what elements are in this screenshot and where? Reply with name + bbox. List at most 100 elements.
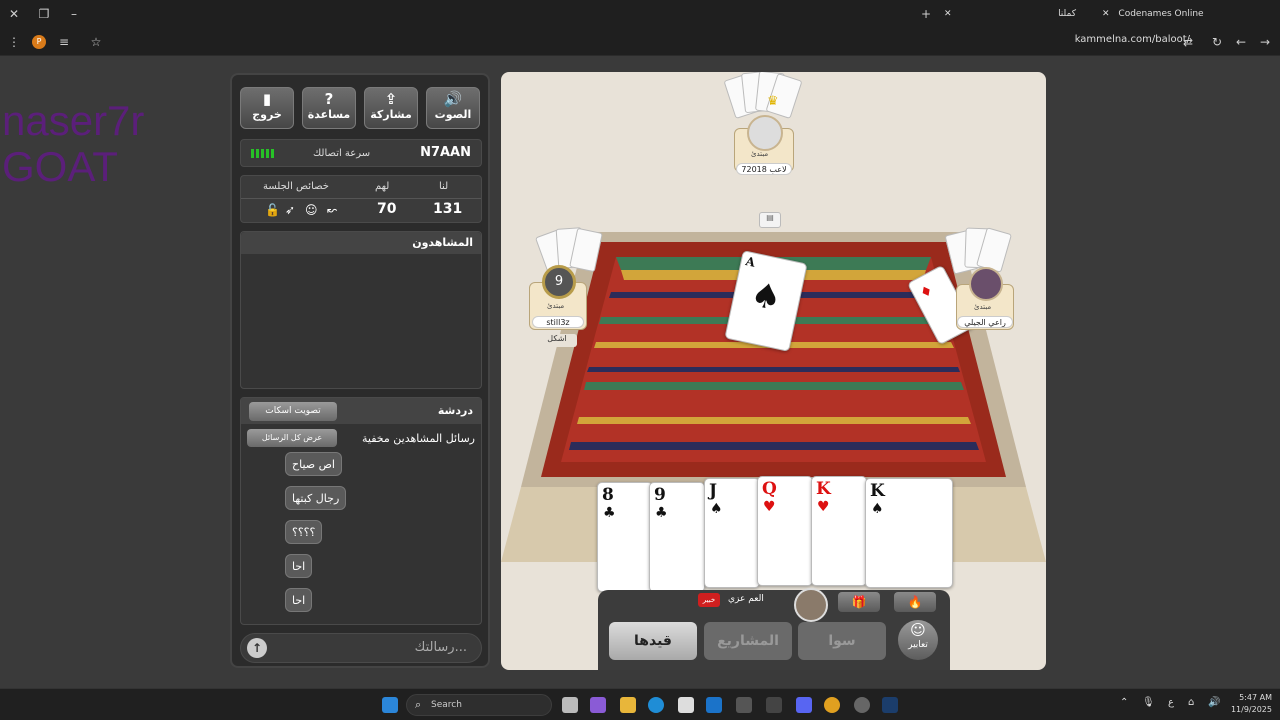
microphone-icon[interactable]: 🎙 <box>1142 697 1155 708</box>
menu-icon[interactable]: ⋮ <box>6 34 22 50</box>
show-all-messages-button[interactable]: عرض كل الرسائل <box>247 429 337 447</box>
url-field[interactable]: kammelna.com/baloot/ <box>1075 34 1190 45</box>
card-suit: ♣ <box>603 505 616 521</box>
connection-label: سرعة اتصالك <box>313 148 371 159</box>
share-button[interactable]: ⇪ مشاركة <box>364 87 418 129</box>
fire-button[interactable]: 🔥 <box>894 592 936 612</box>
tab-codenames-title: Codenames Online <box>1118 9 1204 19</box>
outlook-icon[interactable] <box>706 697 722 713</box>
projects-button[interactable]: المشاريع <box>704 622 792 660</box>
taskbar-search[interactable]: ⌕ Search <box>406 694 552 716</box>
us-score: 131 <box>433 201 463 217</box>
chat-message: اص صياح <box>285 452 342 476</box>
gift-button[interactable]: 🎁 <box>838 592 880 612</box>
card-rank: A <box>744 254 757 270</box>
discord-icon[interactable] <box>796 697 812 713</box>
hand-card[interactable]: J ♠ <box>704 478 760 588</box>
sound-button[interactable]: 🔊 الصوت <box>426 87 480 129</box>
right-player-rank: مبتدئ <box>974 303 992 311</box>
left-player-badge: 9 <box>542 265 576 299</box>
door-icon: ▮ <box>262 90 272 108</box>
chat-message: احا <box>285 588 313 612</box>
chat-input[interactable]: ↑ رسالتك... <box>240 633 482 663</box>
card-rank: J <box>709 481 718 501</box>
left-player-rank: مبتدئ <box>547 302 565 310</box>
hand-card[interactable]: K ♠ <box>865 478 953 588</box>
my-avatar <box>794 588 828 622</box>
mute-vote-button[interactable]: تصويت اسكات <box>249 402 337 421</box>
top-player-name: لاعب 72018 <box>736 163 792 175</box>
chat-message: احا <box>285 554 313 578</box>
sawa-button[interactable]: سوا <box>798 622 886 660</box>
reload-icon[interactable]: ↻ <box>1209 34 1225 50</box>
search-placeholder: Search <box>431 700 462 710</box>
reading-list-icon[interactable]: ≡ <box>56 34 72 50</box>
emotes-button[interactable]: ☺ تعابير <box>898 620 938 660</box>
chevron-up-icon[interactable]: ⌃ <box>1120 697 1128 708</box>
volume-icon[interactable]: 🔊 <box>1208 697 1220 708</box>
wave-icon: ↜ <box>327 203 338 217</box>
speaker-icon: 🔊 <box>443 90 463 108</box>
tab-kammelna[interactable]: ✕ كملنا <box>944 4 1084 24</box>
hand-card[interactable]: 8 ♣ <box>597 482 653 592</box>
card-rank: 9 <box>654 485 666 505</box>
side-panel: ▮ خروج ? مساعدة ⇪ مشاركة 🔊 الصوت سرعة ات… <box>230 73 490 668</box>
username: N7AAN <box>420 145 471 160</box>
app-icon[interactable] <box>736 697 752 713</box>
exit-button[interactable]: ▮ خروج <box>240 87 294 129</box>
send-arrow-icon[interactable]: ↑ <box>247 638 267 658</box>
language-indicator[interactable]: ع <box>1168 697 1174 708</box>
hand-card[interactable]: 9 ♣ <box>649 482 705 592</box>
site-settings-icon[interactable]: ⇄ <box>1180 34 1196 50</box>
left-player-tag: اشكل <box>537 334 577 347</box>
bookmark-star-icon[interactable]: ☆ <box>88 34 104 50</box>
close-tab-icon[interactable]: ✕ <box>1102 9 1110 19</box>
chat-input-placeholder: رسالتك... <box>414 640 467 655</box>
chat-message: ؟؟؟؟ <box>285 520 323 544</box>
network-icon[interactable]: ⌂ <box>1188 697 1194 708</box>
bottom-control-bar: خبير العم عزي 🎁 🔥 قيدها المشاريع سوا ☺ ت… <box>598 588 950 670</box>
tab-codenames[interactable]: ✕ Codenames Online <box>1102 4 1242 24</box>
edge-icon[interactable] <box>648 697 664 713</box>
hand-card[interactable]: K ♥ <box>811 476 867 586</box>
close-window-icon[interactable]: ✕ <box>6 6 22 22</box>
overlay-line-2: GOAT <box>2 143 118 190</box>
card-suit: ♥ <box>817 499 830 515</box>
browser-tab-bar: ✕ ❐ – + ✕ كملنا ✕ Codenames Online <box>0 0 1280 28</box>
profile-avatar[interactable]: P <box>32 35 46 49</box>
copilot-icon[interactable] <box>590 697 606 713</box>
close-tab-icon[interactable]: ✕ <box>944 9 952 19</box>
terminal-icon[interactable] <box>766 697 782 713</box>
card-suit: ♠ <box>710 501 723 517</box>
new-tab-icon[interactable]: + <box>918 6 934 22</box>
address-bar: ⋮ P ≡ ☆ kammelna.com/baloot/ ⇄ ↻ ← → <box>0 28 1280 56</box>
file-explorer-icon[interactable] <box>620 697 636 713</box>
restore-window-icon[interactable]: ❐ <box>36 6 52 22</box>
time: 5:47 AM <box>1239 693 1272 702</box>
spectators-title: المشاهدون <box>412 236 473 249</box>
date: 11/9/2025 <box>1230 705 1272 714</box>
help-label: مساعدة <box>307 108 351 121</box>
store-icon[interactable] <box>678 697 694 713</box>
forward-icon[interactable]: ← <box>1233 34 1249 50</box>
share-icon: ⇪ <box>384 90 398 108</box>
task-view-icon[interactable] <box>562 697 578 713</box>
hand-card[interactable]: Q ♥ <box>757 476 813 586</box>
avatar <box>969 267 1003 301</box>
back-icon[interactable]: → <box>1257 34 1273 50</box>
obs-icon[interactable] <box>854 697 870 713</box>
level-badge: خبير <box>698 593 720 607</box>
minimize-window-icon[interactable]: – <box>66 6 82 22</box>
emotes-label: تعابير <box>908 640 928 650</box>
connection-box: سرعة اتصالك N7AAN <box>240 139 482 167</box>
steam-icon[interactable] <box>882 697 898 713</box>
os-taskbar: ⌕ Search ⌃ 🎙 ع ⌂ 🔊 5:47 AM 11/9/2025 <box>0 688 1280 720</box>
help-button[interactable]: ? مساعدة <box>302 87 356 129</box>
card-rank: K <box>870 481 885 501</box>
fire-icon: 🔥 <box>907 595 923 609</box>
qaydha-button[interactable]: قيدها <box>609 622 697 660</box>
windows-start-icon[interactable] <box>382 697 398 713</box>
chrome-icon[interactable] <box>824 697 840 713</box>
clock[interactable]: 5:47 AM 11/9/2025 <box>1226 692 1272 716</box>
search-icon: ⌕ <box>415 698 422 711</box>
